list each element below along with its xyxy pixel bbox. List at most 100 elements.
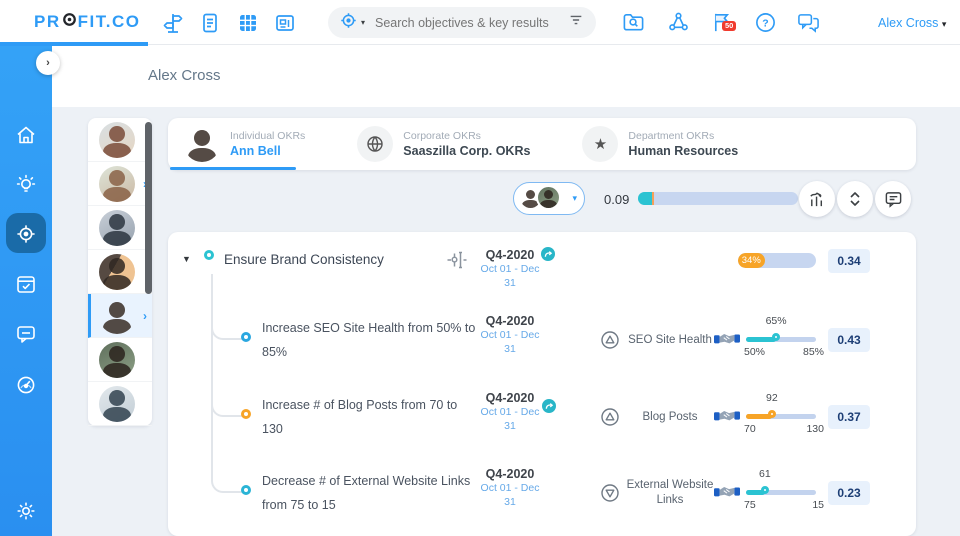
progress-segment-orange	[651, 192, 654, 205]
slider-value-label: 92	[766, 392, 778, 404]
key-result-row: Increase SEO Site Health from 50% to 85%…	[168, 302, 916, 378]
handshake-icon[interactable]	[714, 483, 740, 505]
profit-co-logo[interactable]: PR FIT.CO	[34, 12, 140, 32]
shared-badge-icon	[540, 246, 556, 262]
search-scope-caret-icon[interactable]: ▾	[361, 18, 365, 27]
slider-thumb[interactable]	[767, 410, 776, 418]
objective-progress-bar: 34%	[738, 253, 816, 268]
app-window: PR FIT.CO ▾ Search objectives & key resu…	[0, 0, 960, 536]
comments-button[interactable]	[875, 181, 911, 217]
period-dates: 31	[504, 420, 516, 432]
user-menu[interactable]: Alex Cross ▾	[878, 16, 946, 30]
top-bar: PR FIT.CO ▾ Search objectives & key resu…	[0, 0, 960, 45]
kpi-direction-up-icon	[600, 407, 620, 432]
sidebar-performance-icon[interactable]	[15, 374, 37, 396]
shared-badge-icon	[541, 398, 557, 414]
rail-member-item[interactable]	[88, 338, 152, 382]
help-icon[interactable]: ?	[754, 11, 777, 34]
logo-text-post: FIT.CO	[77, 12, 141, 31]
primary-sidebar	[0, 45, 52, 536]
slider-min-label: 70	[744, 423, 756, 435]
expand-collapse-button[interactable]	[837, 181, 873, 217]
sidebar-settings-icon[interactable]	[15, 500, 37, 522]
rail-member-item-selected[interactable]: ›	[88, 294, 152, 338]
flag-notifications-icon[interactable]: 50	[711, 11, 737, 34]
key-result-bullet	[241, 485, 251, 495]
handshake-icon[interactable]	[714, 407, 740, 429]
sidebar-tasks-icon[interactable]	[15, 273, 37, 295]
alignment-signpost-icon[interactable]	[162, 12, 184, 34]
tab-individual-okrs[interactable]: Individual OKRs Ann Bell	[184, 126, 305, 162]
search-scope-target-icon[interactable]	[340, 12, 357, 34]
rail-member-item[interactable]	[88, 206, 152, 250]
period-dates: 31	[504, 343, 516, 355]
tab-department-okrs[interactable]: ★ Department OKRs Human Resources	[582, 126, 738, 162]
newspaper-icon[interactable]	[274, 12, 296, 34]
sidebar-insights-icon[interactable]	[15, 174, 37, 196]
rail-member-item[interactable]	[88, 118, 152, 162]
sidebar-home-icon[interactable]	[15, 124, 37, 146]
member-filter-dropdown[interactable]: ▾	[513, 182, 585, 215]
svg-text:?: ?	[762, 17, 768, 29]
search-filter-icon[interactable]	[568, 12, 584, 33]
sidebar-conversations-icon[interactable]	[15, 323, 37, 345]
key-result-period: Q4-2020 Oct 01 - Dec 31	[465, 314, 555, 356]
key-result-title[interactable]: Increase # of Blog Posts from 70 to 130	[262, 393, 478, 441]
handshake-icon[interactable]	[714, 330, 740, 352]
progress-segment-teal	[638, 192, 652, 205]
folder-search-icon[interactable]	[622, 11, 645, 34]
kpi-name: External Website Links	[626, 479, 714, 506]
tab-member-avatar	[184, 126, 220, 162]
search-bar[interactable]: ▾	[328, 7, 596, 38]
grid-apps-icon[interactable]	[237, 12, 259, 34]
kpi-slider: 92 70 130	[744, 379, 824, 455]
globe-icon	[357, 126, 394, 162]
page-title: Alex Cross	[148, 67, 221, 84]
tab-title-label: Ann Bell	[230, 144, 281, 158]
rail-member-item[interactable]	[88, 250, 152, 294]
key-result-period: Q4-2020 Oct 01 - Dec 31	[465, 391, 555, 433]
search-input[interactable]	[373, 14, 568, 31]
kpi-slider: 61 75 15	[744, 455, 824, 531]
okr-level-tabs: Individual OKRs Ann Bell Corporate OKRs …	[168, 118, 916, 170]
tab-category-label: Corporate OKRs	[403, 130, 481, 142]
tab-corporate-okrs[interactable]: Corporate OKRs Saaszilla Corp. OKRs	[357, 126, 530, 162]
slider-max-label: 15	[812, 499, 824, 511]
slider-max-label: 130	[806, 423, 824, 435]
key-result-score-badge: 0.37	[828, 405, 870, 429]
rail-scrollbar[interactable]	[145, 122, 152, 294]
key-result-period: Q4-2020 Oct 01 - Dec 31	[465, 467, 555, 509]
slider-min-label: 50%	[744, 346, 766, 358]
objective-title[interactable]: Ensure Brand Consistency	[224, 252, 384, 267]
org-hierarchy-icon[interactable]	[667, 11, 690, 34]
period-dates: 31	[504, 277, 516, 289]
dropdown-caret-icon: ▾	[572, 193, 577, 203]
document-icon[interactable]	[199, 12, 221, 34]
overall-score-value: 0.09	[604, 192, 630, 207]
tree-elbow-line	[211, 316, 243, 340]
tree-elbow-line	[211, 393, 243, 417]
objective-expand-caret-icon[interactable]: ▼	[182, 254, 191, 264]
key-result-title[interactable]: Increase SEO Site Health from 50% to 85%	[262, 316, 478, 364]
period-quarter: Q4-2020	[485, 467, 535, 481]
sidebar-collapse-button[interactable]: ›	[36, 51, 60, 75]
slider-thumb[interactable]	[760, 486, 769, 494]
chat-messages-icon[interactable]	[797, 11, 820, 34]
chart-view-button[interactable]	[799, 181, 835, 217]
key-result-title[interactable]: Decrease # of External Website Links fro…	[262, 469, 478, 517]
key-result-row: Decrease # of External Website Links fro…	[168, 455, 916, 531]
kpi-direction-down-icon	[600, 483, 620, 508]
period-dates: Oct 01 - Dec	[480, 482, 540, 494]
tree-elbow-line	[211, 469, 243, 493]
star-icon: ★	[582, 126, 619, 162]
rail-member-item[interactable]	[88, 382, 152, 426]
rail-member-item[interactable]: ›	[88, 162, 152, 206]
kpi-name: Blog Posts	[642, 411, 698, 423]
slider-min-label: 75	[744, 499, 756, 511]
slider-max-label: 85%	[802, 346, 824, 358]
period-quarter: Q4-2020	[485, 314, 535, 328]
slider-thumb[interactable]	[772, 333, 781, 341]
tab-category-label: Individual OKRs	[230, 130, 306, 142]
sidebar-okrs-icon[interactable]	[15, 223, 37, 245]
period-dates: Oct 01 - Dec	[480, 263, 540, 275]
